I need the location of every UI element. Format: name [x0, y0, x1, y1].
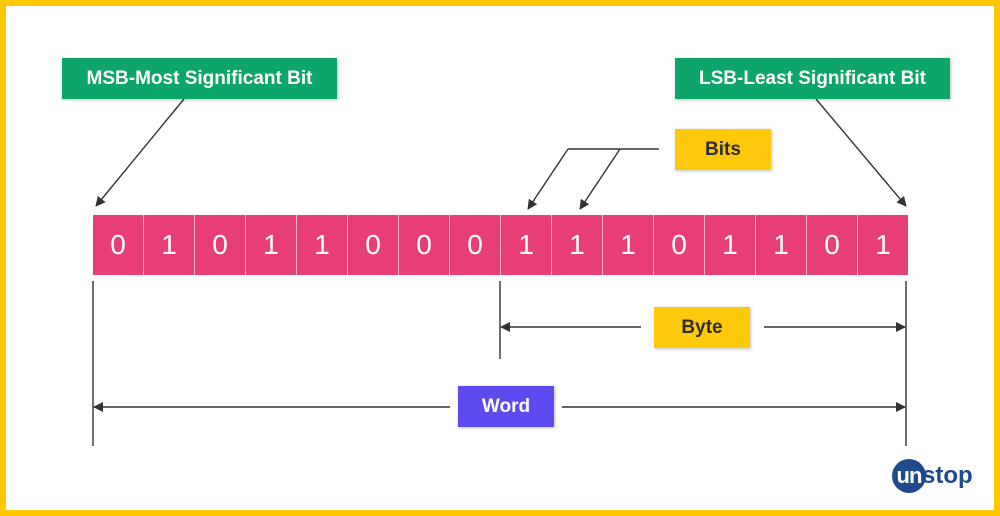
msb-label: MSB-Most Significant Bit	[62, 58, 337, 99]
bit-cell: 0	[807, 215, 858, 275]
bit-cell: 1	[246, 215, 297, 275]
bits-arrow-2	[579, 148, 621, 210]
bit-cell: 1	[858, 215, 908, 275]
lsb-arrow	[815, 98, 907, 207]
unstop-logo: un stop	[892, 459, 973, 493]
bit-cell: 1	[705, 215, 756, 275]
bit-cell: 0	[399, 215, 450, 275]
bits-label: Bits	[675, 129, 771, 170]
bit-cell: 0	[450, 215, 501, 275]
bit-cell: 1	[501, 215, 552, 275]
bits-arrow-1	[527, 148, 569, 210]
bit-cell: 1	[552, 215, 603, 275]
logo-text: stop	[922, 462, 973, 489]
logo-circle: un	[892, 459, 926, 493]
byte-label: Byte	[654, 307, 750, 348]
msb-arrow	[95, 98, 185, 207]
lsb-label: LSB-Least Significant Bit	[675, 58, 950, 99]
bit-cell: 0	[348, 215, 399, 275]
bit-cell: 1	[756, 215, 807, 275]
word-label: Word	[458, 386, 554, 427]
bit-cell: 1	[603, 215, 654, 275]
bit-cell: 1	[297, 215, 348, 275]
bit-cell: 1	[144, 215, 195, 275]
bit-cell: 0	[654, 215, 705, 275]
bit-sequence: 0 1 0 1 1 0 0 0 1 1 1 0 1 1 0 1	[93, 215, 908, 275]
bit-cell: 0	[195, 215, 246, 275]
bit-cell: 0	[93, 215, 144, 275]
